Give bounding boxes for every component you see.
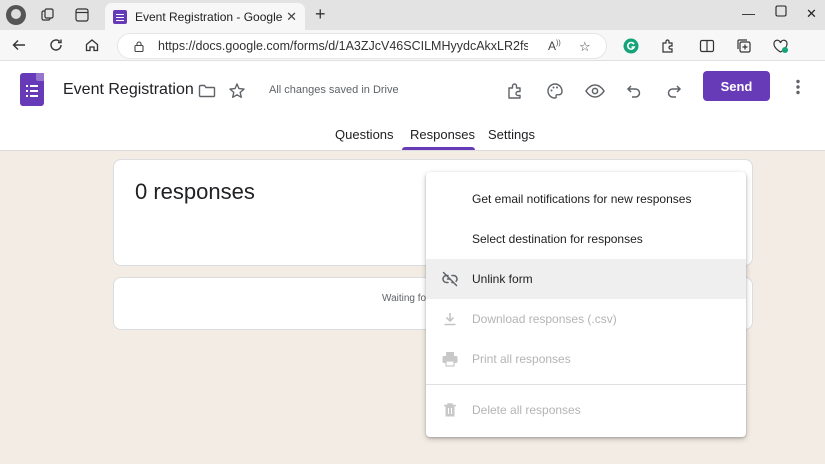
active-tab-indicator xyxy=(402,147,475,150)
customize-theme-icon[interactable] xyxy=(545,81,565,101)
split-screen-icon[interactable] xyxy=(698,37,715,54)
save-status: All changes saved in Drive xyxy=(269,84,399,96)
back-icon[interactable] xyxy=(10,36,28,54)
address-bar[interactable]: https://docs.google.com/forms/d/1A3ZJcV4… xyxy=(117,33,607,59)
menu-item-label: Get email notifications for new response… xyxy=(472,192,692,206)
more-options-icon[interactable] xyxy=(790,77,806,97)
menu-item-label: Print all responses xyxy=(472,352,571,366)
profile-avatar[interactable] xyxy=(6,5,26,25)
browser-tab-active[interactable]: Event Registration - Google Forms ✕ xyxy=(105,3,305,30)
tab-questions[interactable]: Questions xyxy=(335,127,394,142)
menu-item-print-all: Print all responses xyxy=(426,339,746,379)
unlink-icon xyxy=(441,270,459,288)
menu-item-email-notifications[interactable]: Get email notifications for new response… xyxy=(426,179,746,219)
close-tab-icon[interactable]: ✕ xyxy=(286,9,297,25)
tab-actions-icon[interactable] xyxy=(74,7,90,23)
menu-item-label: Download responses (.csv) xyxy=(472,312,617,326)
workspaces-icon[interactable] xyxy=(40,7,56,23)
url-text[interactable]: https://docs.google.com/forms/d/1A3ZJcV4… xyxy=(158,39,528,53)
lock-icon[interactable] xyxy=(134,41,144,52)
trash-icon xyxy=(441,401,459,419)
read-aloud-icon[interactable]: A)) xyxy=(548,39,561,53)
send-button[interactable]: Send xyxy=(703,71,770,101)
menu-item-download-csv: Download responses (.csv) xyxy=(426,299,746,339)
menu-item-label: Delete all responses xyxy=(472,403,581,417)
menu-item-label: Unlink form xyxy=(472,272,533,286)
tab-settings[interactable]: Settings xyxy=(488,127,535,142)
tab-responses[interactable]: Responses xyxy=(410,127,475,142)
minimize-icon[interactable]: — xyxy=(742,6,755,21)
move-to-folder-icon[interactable] xyxy=(197,81,217,101)
preview-eye-icon[interactable] xyxy=(585,81,605,101)
form-tabs: Questions Responses Settings xyxy=(0,123,825,151)
refresh-icon[interactable] xyxy=(47,36,65,54)
tab-title: Event Registration - Google Forms xyxy=(135,9,285,24)
new-tab-icon[interactable]: + xyxy=(315,4,326,25)
undo-icon[interactable] xyxy=(624,81,644,101)
close-window-icon[interactable]: ✕ xyxy=(806,6,817,22)
home-icon[interactable] xyxy=(83,36,101,54)
redo-icon[interactable] xyxy=(664,81,684,101)
menu-item-label: Select destination for responses xyxy=(472,232,643,246)
responses-count: 0 responses xyxy=(135,179,255,204)
print-icon xyxy=(441,350,459,368)
forms-favicon-icon xyxy=(113,9,127,24)
menu-item-select-destination[interactable]: Select destination for responses xyxy=(426,219,746,259)
menu-divider xyxy=(426,384,746,385)
waiting-text: Waiting fo xyxy=(382,293,427,304)
maximize-icon[interactable] xyxy=(775,5,787,20)
grammarly-icon[interactable] xyxy=(622,37,639,54)
responses-options-menu: Get email notifications for new response… xyxy=(426,172,746,437)
browser-essentials-icon[interactable] xyxy=(772,37,789,54)
browser-tab-bar: Event Registration - Google Forms ✕ + — … xyxy=(0,0,825,30)
download-icon xyxy=(441,310,459,328)
favorite-star-icon[interactable]: ☆ xyxy=(579,39,591,55)
form-title[interactable]: Event Registration xyxy=(63,81,194,99)
menu-item-unlink-form[interactable]: Unlink form xyxy=(426,259,746,299)
extensions-puzzle-icon[interactable] xyxy=(659,37,676,54)
collections-icon[interactable] xyxy=(735,37,752,54)
menu-item-delete-all: Delete all responses xyxy=(426,390,746,430)
google-forms-logo-icon[interactable] xyxy=(20,73,44,106)
browser-toolbar: https://docs.google.com/forms/d/1A3ZJcV4… xyxy=(0,30,825,61)
forms-header: Event Registration All changes saved in … xyxy=(0,61,825,151)
star-icon[interactable] xyxy=(227,81,247,101)
addons-icon[interactable] xyxy=(505,81,525,101)
